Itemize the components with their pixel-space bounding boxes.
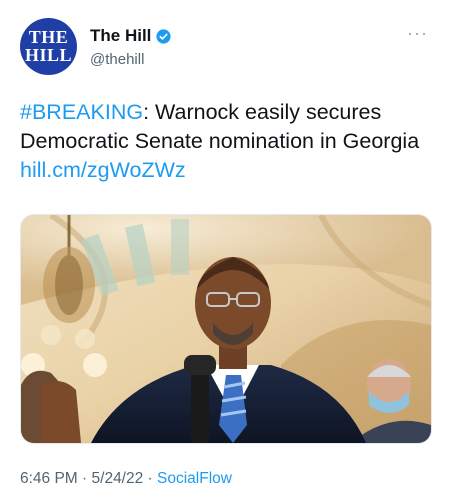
tweet-header: THE HILL The Hill @thehill ··· [20,18,430,78]
more-options-icon[interactable]: ··· [407,24,428,42]
avatar[interactable]: THE HILL [20,18,77,75]
photo-illustration [21,215,431,443]
tweet-date[interactable]: 5/24/22 [92,470,144,487]
avatar-text-hill: HILL [24,44,73,65]
display-name[interactable]: The Hill [90,26,151,46]
tweet-meta: 6:46 PM · 5/24/22 · SocialFlow [20,470,232,488]
verified-badge-icon [156,28,171,44]
tweet-photo[interactable] [20,214,432,444]
meta-separator-2: · [143,470,158,487]
tweet-text: #BREAKING: Warnock easily secures Democr… [20,98,432,185]
tweet-time[interactable]: 6:46 PM [20,470,78,487]
tweet-url-link[interactable]: hill.cm/zgWoZWz [20,158,186,182]
avatar-text-the: THE [28,27,69,48]
author-handle[interactable]: @thehill [90,51,172,68]
hashtag-link[interactable]: #BREAKING [20,100,143,124]
author-names: The Hill @thehill [90,26,172,68]
display-name-row: The Hill [90,26,172,46]
tweet-source-link[interactable]: SocialFlow [157,470,232,487]
meta-separator-1: · [77,470,92,487]
